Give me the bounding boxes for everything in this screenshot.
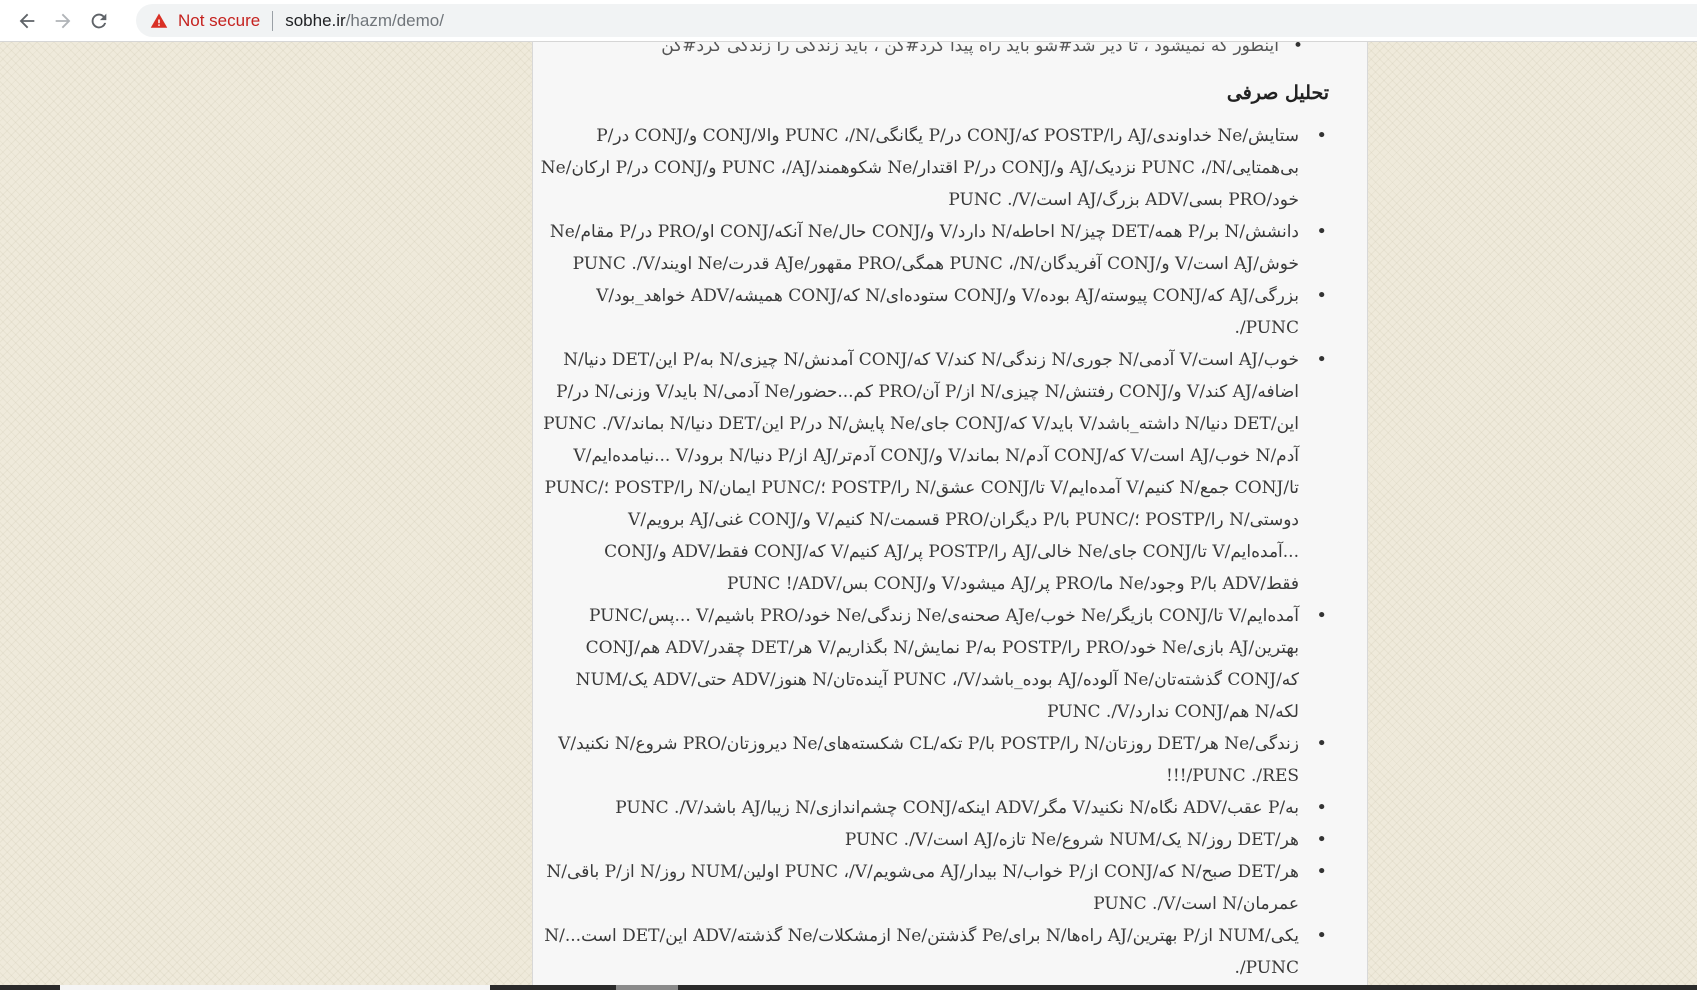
list-item: به/P عقب/ADV نگاه/N نکنید/V مگر/ADV اینک… (539, 792, 1327, 824)
address-bar[interactable]: Not secure sobhe.ir/hazm/demo/ (136, 4, 1697, 37)
list-item: هر/DET روز/N یک/NUM شروع/Ne تازه/AJ است/… (539, 824, 1327, 856)
arrow-right-icon (55, 13, 71, 29)
reload-icon (91, 13, 107, 29)
content-panel: اینطور که نمیشود ، تا دیر شد#شو باید راه… (532, 42, 1368, 990)
horizontal-scrollbar-thumb[interactable] (60, 985, 490, 990)
taskbar-indicator (616, 985, 678, 990)
morphology-list: ستایش/Ne خداوندی/AJ را/POSTP که/CONJ در/… (539, 120, 1329, 984)
back-button[interactable] (10, 4, 44, 38)
list-item: یکی/NUM از/P بهترین/AJ راه‌ها/N برای/Pe … (539, 920, 1327, 984)
forward-button[interactable] (46, 4, 80, 38)
warning-icon (150, 13, 168, 28)
list-item: زندگی/Ne هر/DET روزتان/N را/POSTP با/P ت… (539, 728, 1327, 792)
taskbar-strip (0, 985, 1697, 990)
list-item: ستایش/Ne خداوندی/AJ را/POSTP که/CONJ در/… (539, 120, 1327, 216)
list-item: هر/DET صبح/N که/CONJ از/P خواب/N بیدار/A… (539, 856, 1327, 920)
arrow-left-icon (19, 13, 35, 29)
list-item: دانشش/N بر/P همه/DET چیز/N احاطه/N دارد/… (539, 216, 1327, 280)
url-path: /hazm/demo/ (345, 10, 444, 30)
separator (272, 10, 274, 31)
background-left (0, 42, 532, 990)
section-heading: تحلیل صرفی (1226, 82, 1329, 104)
url-host: sobhe.ir (285, 10, 346, 30)
url-text[interactable]: sobhe.ir/hazm/demo/ (285, 11, 444, 31)
browser-toolbar: Not secure sobhe.ir/hazm/demo/ (0, 0, 1697, 42)
security-indicator[interactable]: Not secure (178, 11, 260, 31)
list-item: آمده‌ایم/V تا/CONJ بازیگر/Ne خوب/AJe صحن… (539, 600, 1327, 728)
list-item: خوب/AJ است/V آدمی/N جوری/N زندگی/N کند/V… (539, 344, 1327, 600)
reload-button[interactable] (82, 4, 116, 38)
partial-list-item: اینطور که نمیشود ، تا دیر شد#شو باید راه… (661, 42, 1303, 56)
list-item: بزرگی/AJ که/CONJ پیوسته/AJ بوده/V و/CONJ… (539, 280, 1327, 344)
background-right (1368, 42, 1697, 990)
